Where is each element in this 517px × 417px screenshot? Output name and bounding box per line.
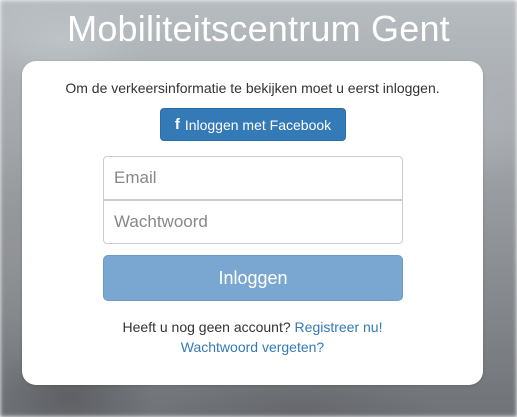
facebook-login-label: Inloggen met Facebook [184, 116, 332, 133]
password-field[interactable] [103, 200, 403, 244]
login-intro-text: Om de verkeersinformatie te bekijken moe… [65, 80, 440, 96]
email-field[interactable] [103, 156, 403, 200]
facebook-login-button[interactable]: f Inloggen met Facebook [160, 108, 346, 141]
forgot-password-link[interactable]: Wachtwoord vergeten? [181, 339, 324, 355]
no-account-text: Heeft u nog geen account? [122, 319, 291, 335]
login-button[interactable]: Inloggen [103, 255, 403, 301]
forgot-password-row: Wachtwoord vergeten? [22, 339, 483, 355]
login-panel: Om de verkeersinformatie te bekijken moe… [22, 61, 483, 385]
page-title: Mobiliteitscentrum Gent [67, 8, 450, 49]
facebook-icon: f [174, 116, 180, 133]
register-prompt: Heeft u nog geen account? Registreer nu! [22, 319, 483, 335]
register-link[interactable]: Registreer nu! [295, 319, 383, 335]
